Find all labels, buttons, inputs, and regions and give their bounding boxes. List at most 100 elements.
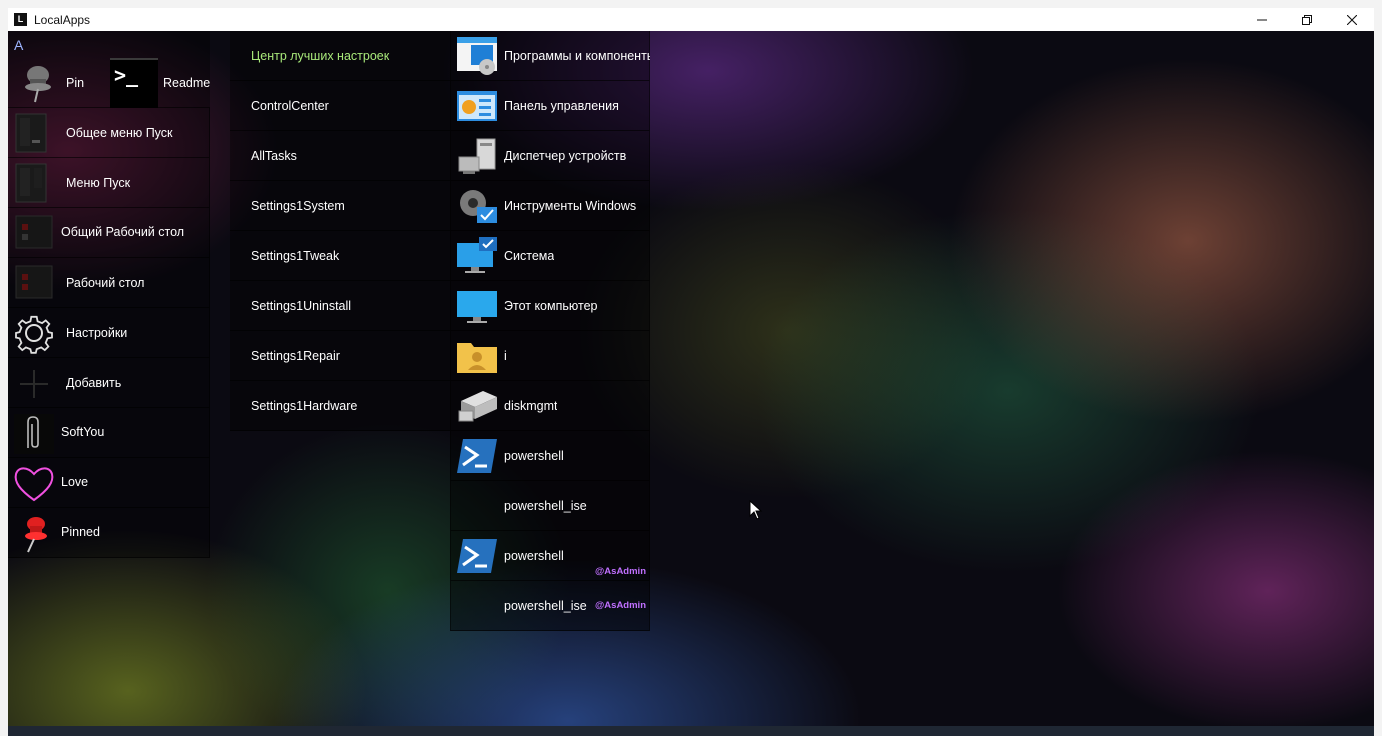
subcategory-tile[interactable]: Settings1System [230, 181, 450, 231]
plus-icon [20, 370, 48, 398]
desktop-icon [15, 215, 53, 249]
control-panel-icon [457, 91, 497, 121]
category-tile[interactable]: Рабочий стол [8, 258, 210, 308]
category-label: Добавить [66, 375, 122, 390]
subcategory-label: Settings1Tweak [251, 248, 340, 263]
category-tile[interactable]: SoftYou [8, 408, 210, 458]
app-tile[interactable]: diskmgmt [450, 381, 650, 431]
app-tile[interactable]: Система [450, 231, 650, 281]
minimize-icon [1256, 19, 1267, 20]
taskbar [8, 726, 1374, 736]
subcategory-label: ControlCenter [251, 98, 329, 113]
launcher-canvas: A Pin >_ Readme Общее меню Пуск Меню Пус… [8, 31, 1374, 726]
app-label: Этот компьютер [504, 298, 598, 313]
disk-icon [458, 391, 497, 422]
app-label: Программы и компоненты [504, 48, 650, 63]
app-tile[interactable]: powershell_ise [450, 481, 650, 531]
category-label: Настройки [66, 325, 128, 340]
subcategory-tile[interactable]: ControlCenter [230, 81, 450, 131]
programs-icon [457, 37, 497, 75]
app-label: powershell [504, 548, 564, 563]
subcategory-label: Settings1Hardware [251, 398, 358, 413]
desktop-icon [15, 265, 53, 299]
subcategory-tile[interactable]: AllTasks [230, 131, 450, 181]
restore-button[interactable] [1284, 8, 1329, 31]
app-label: Диспетчер устройств [504, 148, 627, 163]
pushpin-icon[interactable] [20, 63, 56, 103]
subcategory-tile[interactable]: Settings1Tweak [230, 231, 450, 281]
device-manager-icon [458, 138, 496, 174]
window-title: LocalApps [34, 12, 91, 27]
subcategory-label: Settings1Uninstall [251, 298, 352, 313]
restore-icon [1301, 14, 1312, 25]
app-tile[interactable]: powershell @AsAdmin [450, 531, 650, 581]
subcategory-column: Центр лучших настроек ControlCenter AllT… [230, 31, 450, 431]
category-tile[interactable]: Добавить [8, 358, 210, 408]
app-label: Система [504, 248, 555, 263]
minimize-button[interactable] [1239, 8, 1284, 31]
terminal-icon[interactable]: >_ [110, 58, 158, 108]
app-label: powershell_ise [504, 598, 587, 613]
admin-badge: @AsAdmin [595, 566, 646, 577]
app-label: i [504, 348, 507, 363]
category-tile[interactable]: Общее меню Пуск [8, 108, 210, 158]
subcategory-label: Центр лучших настроек [251, 48, 390, 63]
readme-label[interactable]: Readme [163, 76, 210, 90]
category-label: Pinned [61, 525, 100, 539]
category-label: Общий Рабочий стол [61, 225, 185, 239]
windows-tools-icon [460, 190, 497, 223]
close-button[interactable] [1329, 8, 1374, 31]
paperclip-icon [14, 414, 54, 454]
start-menu-icon [15, 163, 47, 203]
category-column: A Pin >_ Readme Общее меню Пуск Меню Пус… [8, 31, 210, 558]
subcategory-tile[interactable]: Центр лучших настроек [230, 31, 450, 81]
app-label: Панель управления [504, 98, 619, 113]
gear-icon [15, 315, 53, 354]
category-tile[interactable]: Love [8, 458, 210, 508]
app-label: powershell_ise [504, 498, 587, 513]
category-label: SoftYou [61, 425, 105, 439]
close-icon [1346, 14, 1357, 25]
this-pc-icon [457, 291, 497, 323]
pin-label[interactable]: Pin [66, 76, 84, 90]
category-label: Общее меню Пуск [66, 125, 173, 140]
category-label: Меню Пуск [66, 175, 131, 190]
heart-icon [14, 467, 54, 502]
app-tile[interactable]: Диспетчер устройств [450, 131, 650, 181]
app-column: Программы и компоненты Панель управления… [450, 31, 650, 631]
app-tile[interactable]: powershell_ise @AsAdmin [450, 581, 650, 631]
category-tile[interactable]: Меню Пуск [8, 158, 210, 208]
powershell-icon [457, 439, 497, 473]
pushpin-icon [25, 517, 47, 553]
subcategory-label: Settings1System [251, 198, 345, 213]
title-bar: L LocalApps [8, 8, 1374, 31]
category-tile[interactable]: Pinned [8, 508, 210, 558]
category-tile[interactable]: Общий Рабочий стол [8, 208, 210, 258]
group-letter: A [14, 37, 24, 53]
user-folder-icon [457, 343, 497, 373]
subcategory-tile[interactable]: Settings1Hardware [230, 381, 450, 431]
subcategory-tile[interactable]: Settings1Uninstall [230, 281, 450, 331]
pin-readme-tile: A Pin >_ Readme [8, 31, 210, 108]
app-tile[interactable]: Этот компьютер [450, 281, 650, 331]
app-tile[interactable]: i [450, 331, 650, 381]
subcategory-label: Settings1Repair [251, 348, 340, 363]
app-label: diskmgmt [504, 398, 558, 413]
app-tile[interactable]: Панель управления [450, 81, 650, 131]
subcategory-label: AllTasks [251, 148, 297, 163]
category-tile[interactable]: Настройки [8, 308, 210, 358]
admin-badge: @AsAdmin [595, 600, 646, 611]
app-logo-icon: L [14, 13, 27, 26]
app-tile[interactable]: Инструменты Windows [450, 181, 650, 231]
powershell-icon [457, 539, 497, 573]
subcategory-tile[interactable]: Settings1Repair [230, 331, 450, 381]
app-label: Инструменты Windows [504, 198, 637, 213]
mouse-cursor-icon [749, 500, 763, 520]
app-tile[interactable]: powershell [450, 431, 650, 481]
category-label: Love [61, 475, 89, 489]
system-icon [457, 237, 497, 273]
category-label: Рабочий стол [66, 275, 145, 290]
app-tile[interactable]: Программы и компоненты [450, 31, 650, 81]
start-menu-icon [15, 113, 47, 153]
window-controls [1239, 8, 1374, 31]
